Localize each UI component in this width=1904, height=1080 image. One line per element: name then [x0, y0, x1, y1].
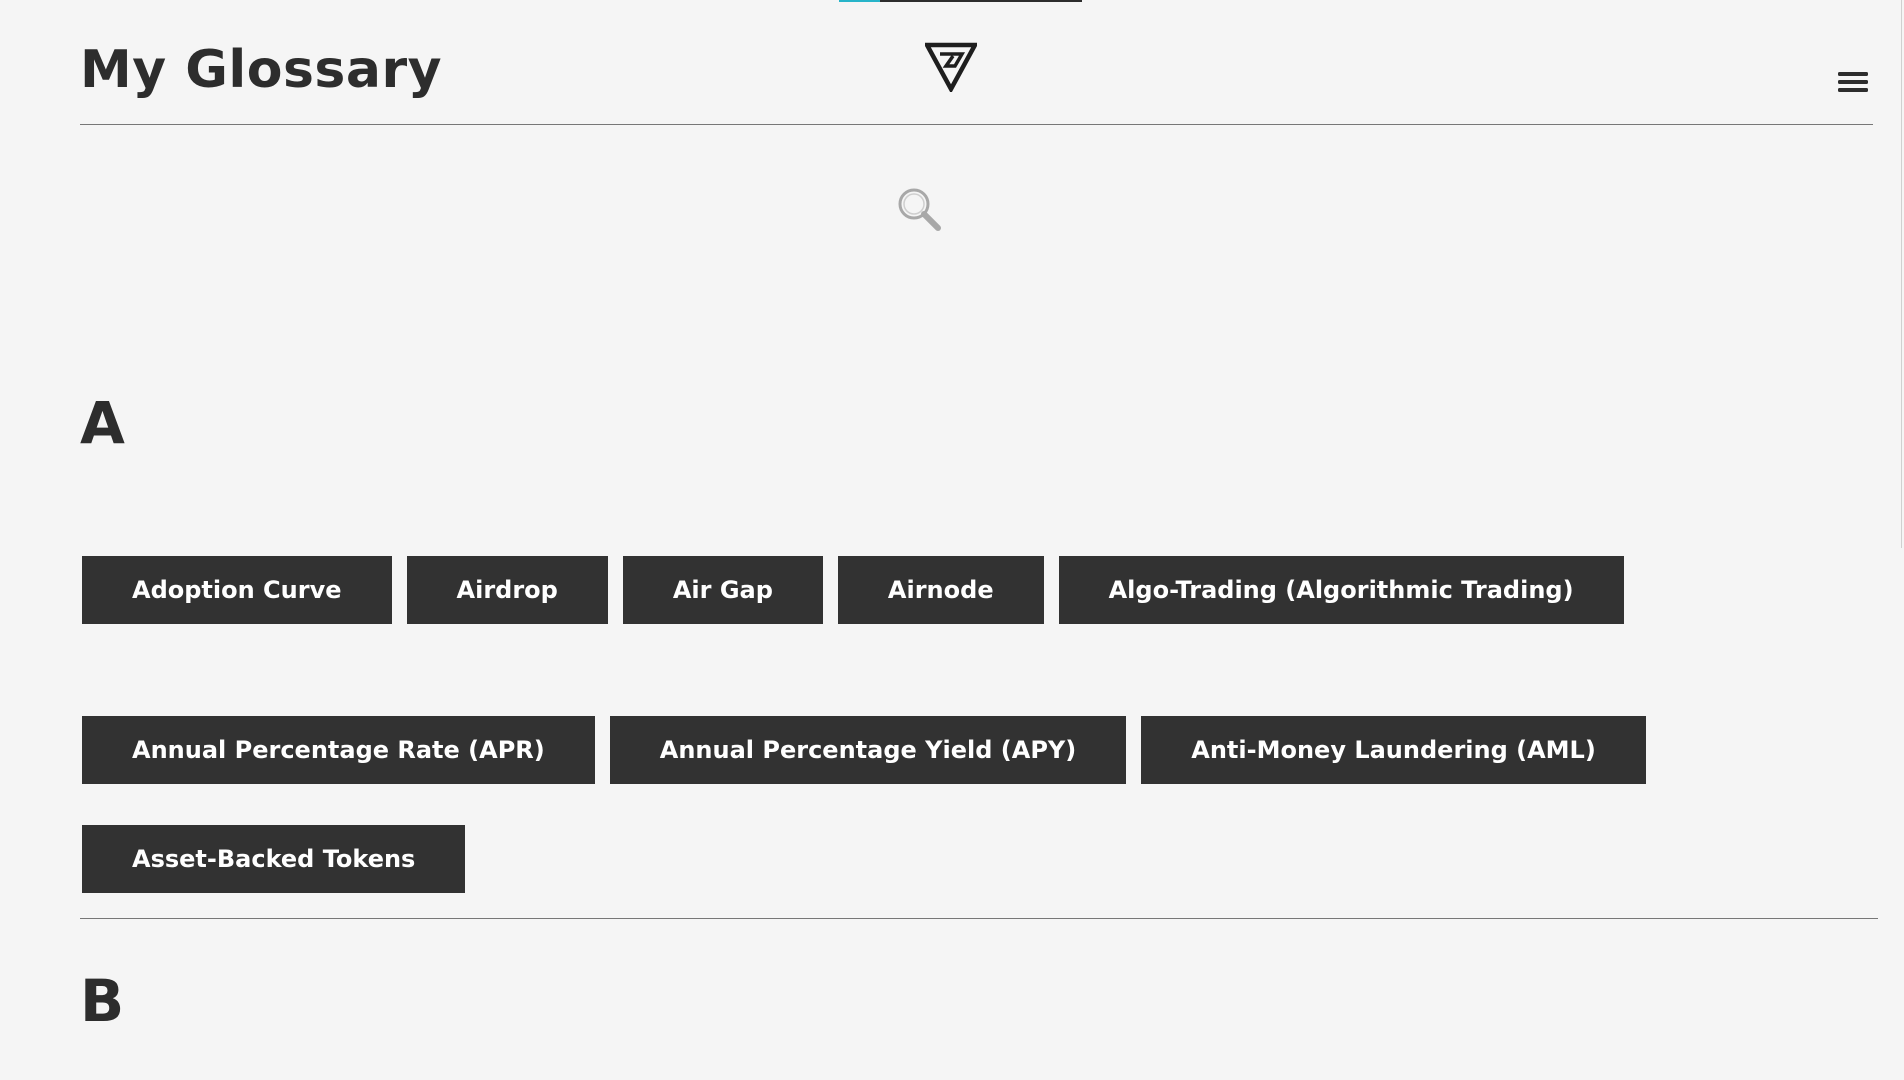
glossary-page: My Glossary A Adoption Curve Airdrop Air…	[0, 0, 1904, 1080]
term-row: Asset-Backed Tokens	[82, 825, 466, 893]
term-apr-button[interactable]: Annual Percentage Rate (APR)	[82, 716, 595, 784]
search-icon[interactable]	[896, 186, 944, 234]
scroll-progress-fill	[839, 0, 881, 2]
term-airdrop-button[interactable]: Airdrop	[406, 556, 608, 624]
term-airnode-button[interactable]: Airnode	[837, 556, 1044, 624]
inverted-triangle-logo-icon[interactable]	[923, 42, 979, 94]
hamburger-menu-icon[interactable]	[1838, 70, 1868, 96]
term-adoption-curve-button[interactable]: Adoption Curve	[82, 556, 392, 624]
term-air-gap-button[interactable]: Air Gap	[622, 556, 823, 624]
term-row: Annual Percentage Rate (APR) Annual Perc…	[82, 716, 1646, 784]
term-row: Adoption Curve Airdrop Air Gap Airnode A…	[82, 556, 1624, 624]
term-apy-button[interactable]: Annual Percentage Yield (APY)	[609, 716, 1127, 784]
term-algo-trading-button[interactable]: Algo-Trading (Algorithmic Trading)	[1058, 556, 1624, 624]
header-divider	[80, 124, 1873, 125]
section-divider	[80, 918, 1878, 919]
term-asset-backed-tokens-button[interactable]: Asset-Backed Tokens	[82, 825, 466, 893]
term-aml-button[interactable]: Anti-Money Laundering (AML)	[1141, 716, 1646, 784]
page-title: My Glossary	[80, 40, 443, 100]
section-letter-b: B	[80, 967, 125, 1035]
scroll-progress-bar	[839, 0, 1082, 2]
scrollbar-track[interactable]	[1901, 0, 1902, 548]
section-letter-a: A	[80, 389, 125, 457]
